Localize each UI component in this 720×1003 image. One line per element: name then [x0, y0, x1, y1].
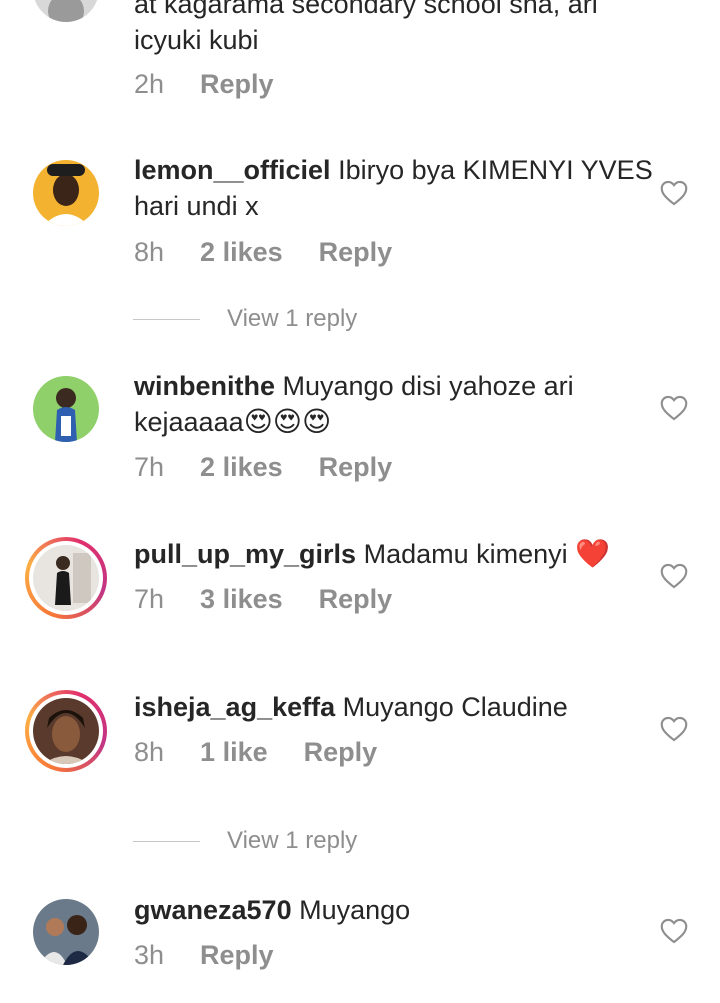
comment-body: Muyango [299, 895, 411, 925]
username[interactable]: lemon__officiel [134, 155, 331, 185]
emoji: 😍😍😍 [243, 406, 332, 437]
reply-button[interactable]: Reply [200, 67, 274, 101]
comment-meta: 2h Reply [134, 67, 274, 101]
heart-outline-icon[interactable] [660, 918, 688, 944]
avatar [33, 698, 99, 764]
likes-count[interactable]: 1 like [200, 735, 268, 769]
divider-line [133, 840, 200, 842]
comment-time: 8h [134, 737, 165, 767]
avatar[interactable] [33, 376, 99, 442]
view-replies-button[interactable]: View 1 reply [133, 305, 357, 333]
comment-time: 8h [134, 237, 165, 267]
comment-meta: 3h Reply [134, 938, 274, 972]
comment-text: gwaneza570 Muyango [134, 892, 654, 928]
avatar[interactable] [33, 899, 99, 965]
heart-outline-icon[interactable] [660, 563, 688, 589]
comment-meta: 8h 2 likes Reply [134, 235, 392, 269]
avatar[interactable] [33, 160, 99, 226]
username[interactable]: pull_up_my_girls [134, 539, 356, 569]
reply-button[interactable]: Reply [319, 450, 393, 484]
comment-time: 2h [134, 69, 165, 99]
likes-count[interactable]: 2 likes [200, 450, 283, 484]
comment-meta: 7h 3 likes Reply [134, 582, 392, 616]
username[interactable]: winbenithe [134, 371, 275, 401]
avatar-story-ring[interactable] [25, 690, 107, 772]
comment-time: 7h [134, 452, 165, 482]
likes-count[interactable]: 3 likes [200, 582, 283, 616]
comment-body: Muyango Claudine [342, 692, 568, 722]
comment-text: isheja_ag_keffa Muyango Claudine [134, 689, 654, 725]
avatar-story-ring[interactable] [25, 537, 107, 619]
comment-meta: 8h 1 like Reply [134, 735, 377, 769]
reply-button[interactable]: Reply [319, 582, 393, 616]
reply-button[interactable]: Reply [304, 735, 378, 769]
reply-button[interactable]: Reply [319, 235, 393, 269]
username[interactable]: isheja_ag_keffa [134, 692, 335, 722]
comment-text: at kagarama secondary school sha, ari ic… [134, 0, 598, 55]
comment-body: Madamu kimenyi [363, 539, 568, 569]
username[interactable]: gwaneza570 [134, 895, 292, 925]
heart-outline-icon[interactable] [660, 716, 688, 742]
comment-time: 3h [134, 940, 165, 970]
avatar[interactable] [33, 0, 99, 22]
comment-text: pull_up_my_girls Madamu kimenyi ❤️ [134, 536, 654, 572]
comments-list: at kagarama secondary school sha, ari ic… [0, 0, 720, 1003]
comment-text: lemon__officiel Ibiryo bya KIMENYI YVES … [134, 152, 654, 224]
comment-meta: 7h 2 likes Reply [134, 450, 392, 484]
comment-time: 7h [134, 584, 165, 614]
likes-count[interactable]: 2 likes [200, 235, 283, 269]
avatar [33, 545, 99, 611]
comment-text: winbenithe Muyango disi yahoze ari kejaa… [134, 368, 654, 440]
reply-button[interactable]: Reply [200, 938, 274, 972]
view-replies-button[interactable]: View 1 reply [133, 827, 357, 855]
heart-outline-icon[interactable] [660, 180, 688, 206]
heart-outline-icon[interactable] [660, 395, 688, 421]
divider-line [133, 318, 200, 320]
emoji: ❤️ [575, 538, 611, 569]
